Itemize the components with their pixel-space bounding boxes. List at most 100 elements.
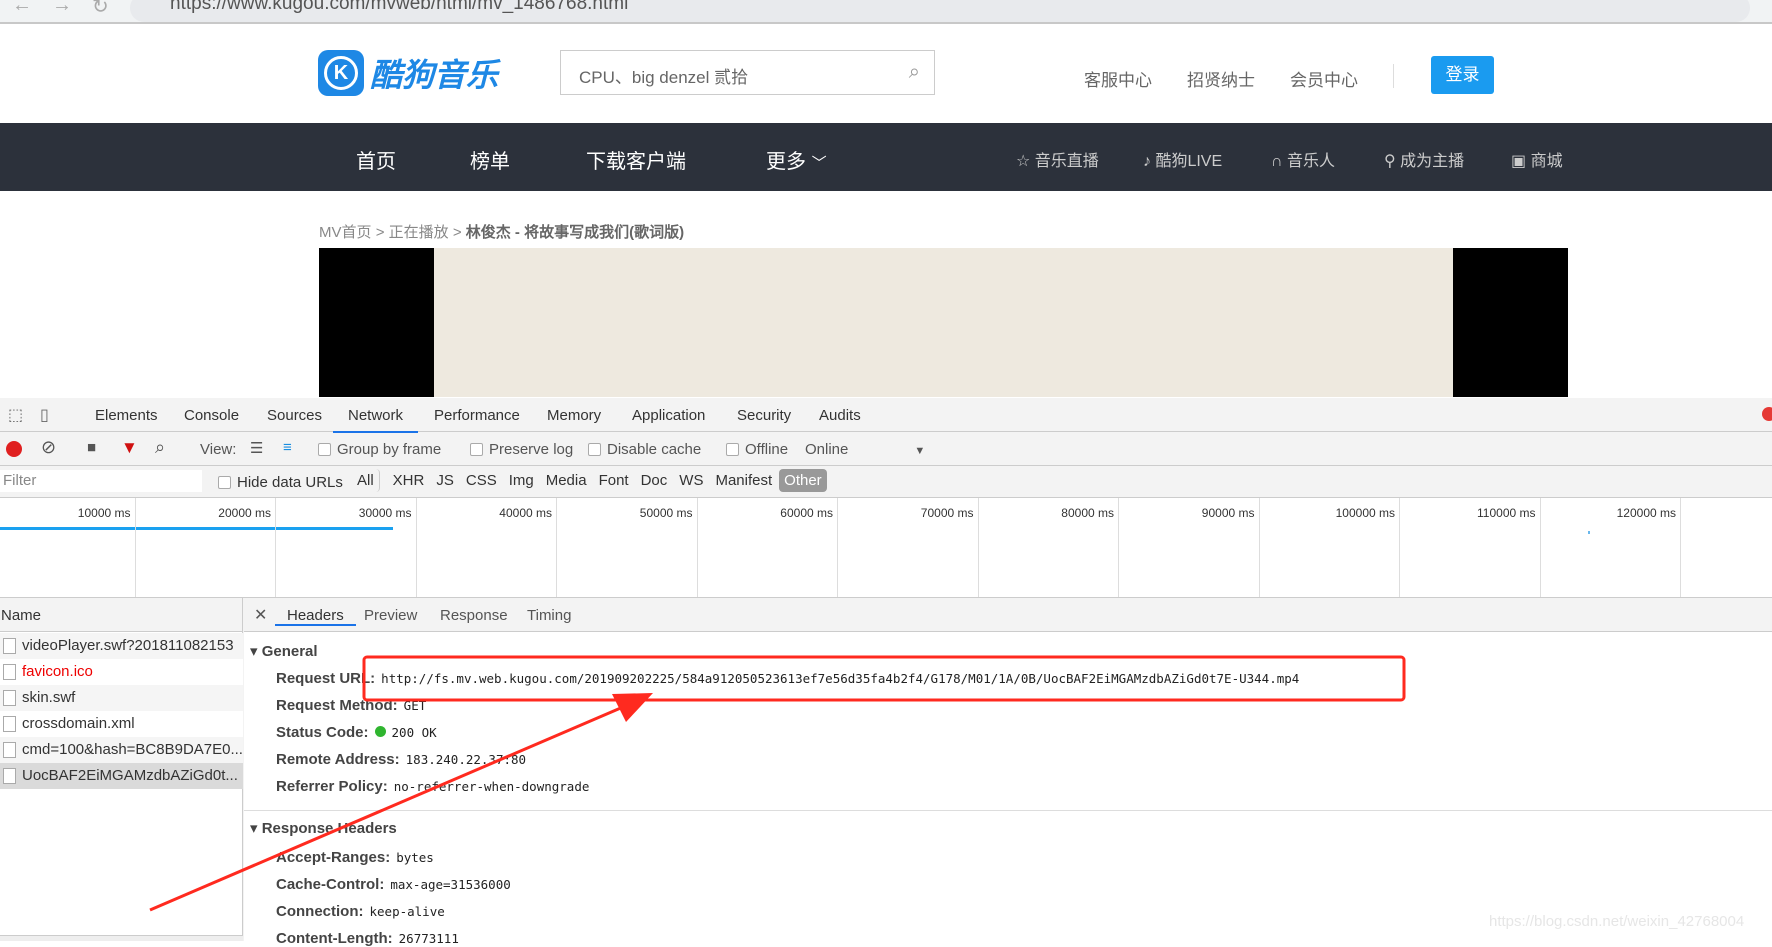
type-filter-js[interactable]: JS [431,469,459,492]
breadcrumb: MV首页 > 正在播放 > 林俊杰 - 将故事写成我们(歌词版) [319,224,685,241]
site-header: K 酷狗音乐 CPU、big denzel 贰拾 ⌕ 客服中心 招贤纳士 会员中… [0,24,1772,123]
timeline-tick-label: 90000 ms [1201,506,1255,520]
clear-icon[interactable]: ⊘ [41,437,56,458]
close-icon[interactable]: ✕ [254,605,267,625]
nav-download[interactable]: 下载客户端 [586,145,686,174]
file-icon [3,768,16,784]
type-filter-img[interactable]: Img [504,469,539,492]
tab-performance[interactable]: Performance [434,407,520,424]
nav-shop[interactable]: ▣ 商城 [1511,147,1563,171]
back-icon[interactable]: ← [12,0,32,17]
timeline-tick-label: 80000 ms [1061,506,1114,520]
nav-live[interactable]: ☆ 音乐直播 [1016,147,1099,171]
type-filter-all[interactable]: All [352,469,380,492]
header-row: Request Method: GET [276,697,427,714]
request-row[interactable]: crossdomain.xml [0,711,243,737]
nav-home[interactable]: 首页 [356,145,396,174]
nav-more[interactable]: 更多 ﹀ [766,145,827,174]
waterfall-view-icon[interactable]: ≡ [283,439,292,456]
type-filter-other[interactable]: Other [779,469,827,492]
nav-anchor[interactable]: ⚲ 成为主播 [1384,147,1464,171]
header-row: Remote Address: 183.240.22.37:80 [276,751,527,768]
header-row: Accept-Ranges: bytes [276,849,434,866]
headphones-icon: ∩ [1271,153,1283,170]
tab-memory[interactable]: Memory [547,407,601,424]
timeline-tick-label: 70000 ms [920,506,974,520]
error-count-icon[interactable] [1762,407,1772,421]
nav-kugou-live[interactable]: ♪ 酷狗LIVE [1143,147,1222,171]
search-input[interactable]: CPU、big denzel 贰拾 ⌕ [560,50,935,95]
response-headers-section-toggle[interactable]: ▾ Response Headers [250,819,397,837]
timeline-gridline [977,498,979,597]
hide-data-urls-checkbox[interactable]: Hide data URLs [218,474,343,491]
tab-timing[interactable]: Timing [527,607,571,624]
filter-bar: Filter Hide data URLs All XHR JS CSS Img Medi… [0,466,1772,498]
list-view-icon[interactable]: ☰ [250,439,263,457]
tab-response[interactable]: Response [440,607,508,624]
tab-security[interactable]: Security [737,407,791,424]
type-filter-font[interactable]: Font [594,469,634,492]
tab-sources[interactable]: Sources [267,407,322,424]
timeline-tick-label: 40000 ms [499,506,552,520]
timeline-gridline [1118,498,1119,597]
file-icon [3,716,16,732]
tab-console[interactable]: Console [184,407,239,424]
link-jobs[interactable]: 招贤纳士 [1187,66,1255,91]
browser-address-bar: ← → ↻ https://www.kugou.com/mvweb/html/m… [0,0,1772,24]
scrollbar[interactable] [0,935,243,941]
search-icon[interactable]: ⌕ [155,437,165,458]
reload-icon[interactable]: ↻ [92,0,109,19]
file-icon [3,638,16,654]
type-filter-doc[interactable]: Doc [636,469,673,492]
link-support[interactable]: 客服中心 [1084,66,1152,91]
type-filter-xhr[interactable]: XHR [388,469,430,492]
filter-input[interactable]: Filter [0,470,202,492]
video-player[interactable] [319,248,1568,397]
timeline-tick-label: 30000 ms [358,506,412,520]
record-icon[interactable] [6,441,22,457]
tab-application[interactable]: Application [632,407,705,424]
watermark: https://blog.csdn.net/weixin_42768004 [1489,913,1745,930]
nav-musician[interactable]: ∩ 音乐人 [1271,147,1335,171]
preserve-log-checkbox[interactable]: Preserve log [470,441,573,458]
throttle-select[interactable]: Online ▼ [805,441,925,458]
tab-audits[interactable]: Audits [819,407,861,424]
disable-cache-checkbox[interactable]: Disable cache [588,441,701,458]
offline-checkbox[interactable]: Offline [726,441,788,458]
request-row[interactable]: videoPlayer.swf?201811082153 [0,633,243,659]
url-input[interactable]: https://www.kugou.com/mvweb/html/mv_1486… [130,0,1750,22]
type-filter-media[interactable]: Media [541,469,592,492]
type-filter-css[interactable]: CSS [461,469,502,492]
request-row[interactable]: skin.swf [0,685,243,711]
nav-charts[interactable]: 榜单 [470,145,510,174]
filter-icon[interactable]: ▼ [121,438,138,458]
star-icon: ☆ [1016,153,1031,170]
forward-icon[interactable]: → [52,0,72,17]
screenshot-camera-icon[interactable]: ■ [87,439,96,456]
microphone-icon: ⚲ [1384,153,1396,170]
device-toolbar-icon[interactable]: ▯ [40,405,49,425]
login-button[interactable]: 登录 [1431,56,1494,94]
request-row[interactable]: cmd=100&hash=BC8B9DA7E0... [0,737,243,763]
request-row[interactable]: favicon.ico [0,659,243,685]
inspect-icon[interactable]: ⬚ [8,405,23,425]
group-by-frame-checkbox[interactable]: Group by frame [318,441,441,458]
request-row[interactable]: UocBAF2EiMGAMzdbAZiGd0t... [0,763,243,789]
crumb-mv-home[interactable]: MV首页 [319,224,372,241]
network-overview-timeline[interactable]: 10000 ms 20000 ms 30000 ms 40000 ms 50000 ms… [0,498,1772,598]
tab-headers[interactable]: Headers [275,607,356,626]
general-section-toggle[interactable]: ▾ General [250,642,318,660]
name-column-header[interactable]: Name [0,598,242,632]
header-row: Request URL: http://fs.mv.web.kugou.com/2… [276,670,1300,687]
tab-preview[interactable]: Preview [364,607,417,624]
tab-network[interactable]: Network [333,407,419,433]
type-filter-manifest[interactable]: Manifest [710,469,777,492]
crumb-playing[interactable]: 正在播放 [389,224,449,241]
header-row: Cache-Control: max-age=31536000 [276,876,511,893]
kugou-logo[interactable]: K 酷狗音乐 [318,50,498,96]
link-vip[interactable]: 会员中心 [1290,66,1358,91]
type-filter-ws[interactable]: WS [674,469,708,492]
tab-elements[interactable]: Elements [95,407,158,424]
search-icon[interactable]: ⌕ [909,61,920,84]
chevron-down-icon: ﹀ [811,155,827,172]
